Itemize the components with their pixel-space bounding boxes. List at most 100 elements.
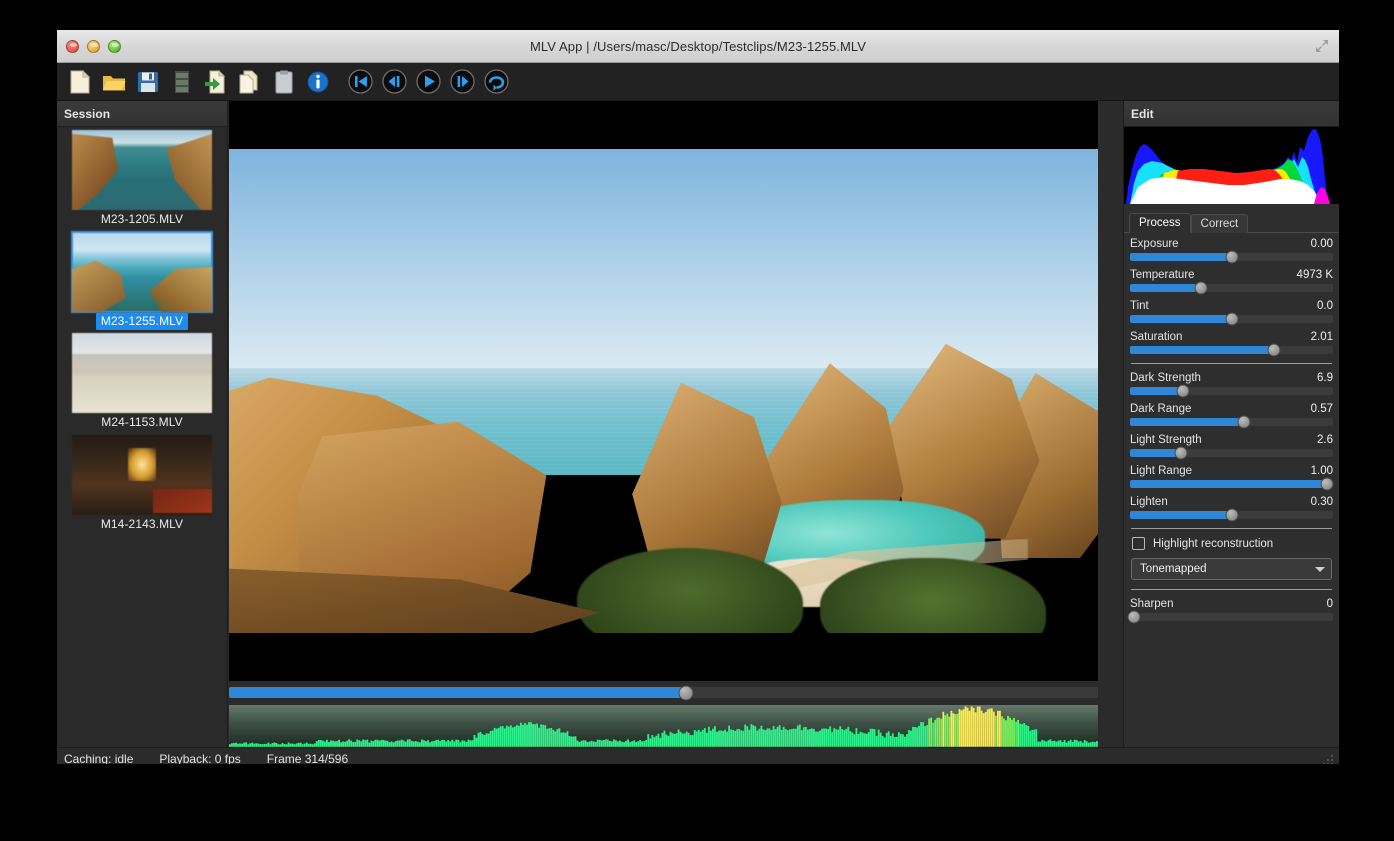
- tab-correct[interactable]: Correct: [1190, 214, 1249, 233]
- traffic-lights: [66, 40, 121, 53]
- clip-list[interactable]: M23-1205.MLV M23-1255.MLV M24-1153.MLV M…: [57, 127, 227, 747]
- copy-file-icon[interactable]: [236, 68, 264, 96]
- slider-label: Saturation: [1130, 331, 1183, 343]
- session-sidebar: Session M23-1205.MLV M23-1255.MLV M24-11…: [57, 101, 228, 747]
- slider-fill: [1130, 387, 1183, 395]
- slider-track[interactable]: [1130, 446, 1333, 460]
- paste-clipboard-icon[interactable]: [270, 68, 298, 96]
- import-file-icon[interactable]: [202, 68, 230, 96]
- slider-light-range: Light Range 1.00: [1130, 465, 1334, 491]
- slider-handle[interactable]: [1174, 446, 1188, 460]
- audio-waveform[interactable]: [229, 705, 1098, 747]
- list-item[interactable]: M24-1153.MLV: [57, 330, 227, 432]
- clip-name: M14-2143.MLV: [100, 517, 184, 531]
- slider-handle[interactable]: [1267, 343, 1281, 357]
- caching-status: Caching: idle: [64, 752, 134, 764]
- slider-track[interactable]: [1127, 610, 1333, 624]
- viewer-area: [228, 101, 1123, 747]
- slider-handle[interactable]: [1176, 384, 1190, 398]
- slider-tint: Tint 0.0: [1130, 300, 1333, 326]
- session-header: Session: [57, 101, 227, 127]
- info-icon[interactable]: [304, 68, 332, 96]
- list-item[interactable]: M14-2143.MLV: [57, 432, 227, 534]
- video-preview[interactable]: [229, 101, 1098, 682]
- slider-label: Light Strength: [1130, 434, 1202, 446]
- clip-thumbnail[interactable]: [72, 130, 212, 210]
- highlight-reconstruction-row[interactable]: Highlight reconstruction: [1130, 537, 1333, 550]
- slider-handle[interactable]: [1320, 477, 1334, 491]
- new-file-icon[interactable]: [66, 68, 94, 96]
- highlight-reconstruction-checkbox[interactable]: [1132, 537, 1145, 550]
- slider-label: Sharpen: [1130, 598, 1174, 610]
- timeline-slider[interactable]: [229, 685, 1098, 701]
- slider-track[interactable]: [1130, 281, 1333, 295]
- slider-handle[interactable]: [1225, 508, 1238, 522]
- app-window: MLV App | /Users/masc/Desktop/Testclips/…: [57, 30, 1339, 764]
- skip-to-start-icon[interactable]: [346, 68, 374, 96]
- slider-track[interactable]: [1130, 415, 1333, 429]
- session-list-icon[interactable]: [168, 68, 196, 96]
- chevron-down-icon: [1315, 566, 1325, 572]
- slider-fill: [1130, 315, 1232, 323]
- clip-name: M23-1255.MLV: [95, 313, 189, 330]
- letterbox-top: [229, 101, 1098, 149]
- slider-group: Exposure 0.0 0 Temperature 4973 K Tint 0.…: [1124, 233, 1339, 629]
- slider-label: Exposure: [1130, 238, 1179, 250]
- slider-track[interactable]: [1130, 312, 1333, 326]
- slider-value: 0: [1326, 598, 1333, 610]
- slider-track[interactable]: [1130, 250, 1333, 264]
- resize-grip[interactable]: [1321, 753, 1335, 764]
- slider-value: 2.01: [1310, 331, 1333, 343]
- histogram-graphic: [1124, 127, 1339, 204]
- slider-handle[interactable]: [1237, 415, 1251, 429]
- slider-fill: [1130, 284, 1202, 292]
- clip-thumbnail[interactable]: [71, 231, 213, 313]
- slider-track[interactable]: [1130, 384, 1333, 398]
- slider-value: 6.9: [1317, 372, 1333, 384]
- highlight-reconstruction-label: Highlight reconstruction: [1153, 537, 1274, 550]
- slider-label: Lighten: [1130, 496, 1168, 508]
- slider-track[interactable]: [1130, 477, 1334, 491]
- letterbox-bottom: [229, 633, 1098, 682]
- list-item[interactable]: M23-1255.MLV: [57, 229, 227, 330]
- slider-track[interactable]: [1130, 343, 1333, 357]
- clip-thumbnail[interactable]: [72, 333, 212, 413]
- save-file-icon[interactable]: [134, 68, 162, 96]
- profile-dropdown[interactable]: Tonemapped: [1131, 558, 1332, 580]
- slider-value: 2.6: [1317, 434, 1333, 446]
- slider-value: 0.30: [1310, 496, 1333, 508]
- edit-tabs: Process Correct: [1124, 211, 1339, 233]
- preview-frame: [229, 149, 1098, 636]
- window-title: MLV App | /Users/masc/Desktop/Testclips/…: [529, 38, 867, 54]
- section-divider: [1131, 363, 1332, 364]
- sky-region: [229, 149, 1098, 374]
- loop-icon[interactable]: [482, 68, 510, 96]
- slider-dark-strength: Dark Strength 6.9: [1130, 372, 1333, 398]
- profile-dropdown-value: Tonemapped: [1140, 563, 1207, 575]
- open-folder-icon[interactable]: [100, 68, 128, 96]
- slider-handle[interactable]: [1225, 312, 1238, 326]
- timeline-container: [229, 681, 1098, 701]
- slider-handle[interactable]: [1225, 250, 1238, 264]
- list-item[interactable]: M23-1205.MLV: [57, 127, 227, 229]
- slider-handle[interactable]: [1127, 610, 1141, 624]
- slider-fill: [1130, 480, 1327, 488]
- timeline-handle[interactable]: [678, 685, 694, 701]
- step-back-icon[interactable]: [380, 68, 408, 96]
- clip-thumbnail[interactable]: [72, 435, 212, 515]
- play-icon[interactable]: [414, 68, 442, 96]
- slider-temperature: Temperature 4973 K: [1130, 269, 1333, 295]
- slider-handle[interactable]: [1194, 281, 1208, 295]
- clip-name: M24-1153.MLV: [101, 415, 183, 429]
- minimize-button[interactable]: [87, 40, 100, 53]
- close-button[interactable]: [66, 40, 79, 53]
- slider-fill: [1130, 253, 1232, 261]
- step-forward-icon[interactable]: [448, 68, 476, 96]
- tab-process[interactable]: Process: [1129, 213, 1191, 233]
- slider-value: 0.0: [1317, 300, 1333, 312]
- playback-status: Playback: 0 fps: [159, 752, 241, 764]
- slider-fill: [1130, 511, 1232, 519]
- fullscreen-icon[interactable]: [1313, 37, 1331, 55]
- zoom-button[interactable]: [108, 40, 121, 53]
- slider-track[interactable]: [1130, 508, 1333, 522]
